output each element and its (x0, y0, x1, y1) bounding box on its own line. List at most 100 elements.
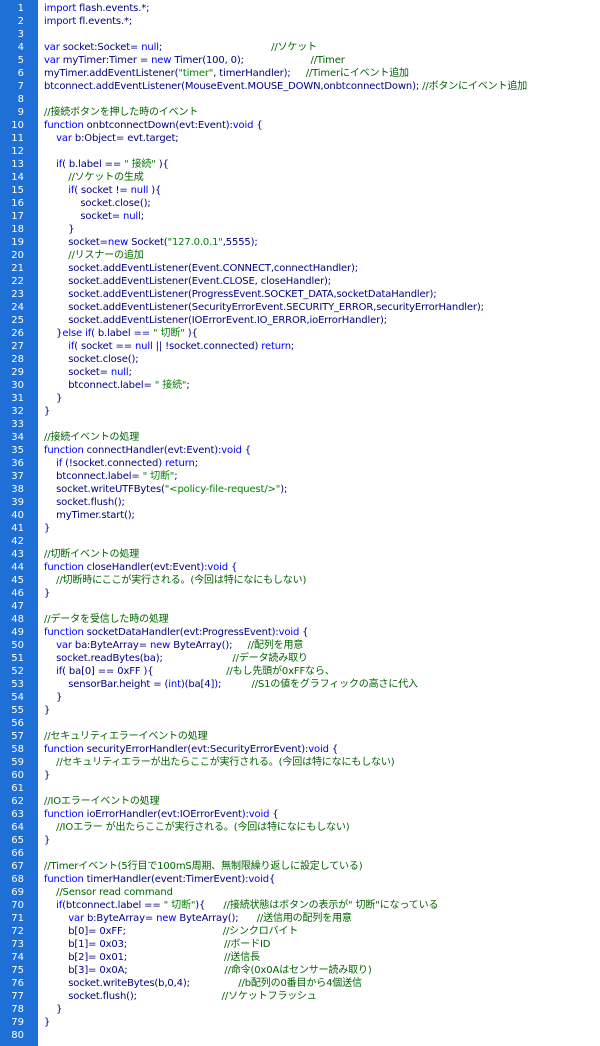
code-line[interactable]: 34 //接続イベントの処理 (0, 431, 600, 444)
code-line[interactable]: 36 if (!socket.connected) return; (0, 457, 600, 470)
code-line[interactable]: 68 function timerHandler(event:TimerEvent… (0, 873, 600, 886)
code-line[interactable]: 57 //セキュリティエラーイベントの処理 (0, 730, 600, 743)
code-text: } (44, 770, 51, 781)
code-text: socket=new Socket("127.0.0.1",5555); (44, 237, 258, 248)
code-line[interactable]: 47 (0, 600, 600, 613)
code-line[interactable]: 75 b[3]= 0x0A; //命令(0x0Aはセンサー読み取り) (0, 964, 600, 977)
code-text: function connectHandler(evt:Event):void … (44, 445, 252, 456)
code-editor[interactable]: 1 import flash.events.*; 2 import fl.events… (0, 0, 600, 1046)
line-number: 11 (11, 133, 24, 144)
code-line[interactable]: 54 } (0, 691, 600, 704)
code-text: function ioErrorHandler(evt:IOErrorEvent… (44, 809, 279, 820)
line-number: 65 (11, 835, 24, 846)
code-line[interactable]: 1 import flash.events.*; (0, 2, 600, 15)
code-line[interactable]: 53 sensorBar.height = (int)(ba[4]); //S1… (0, 678, 600, 691)
code-line[interactable]: 21 socket.addEventListener(Event.CONNECT… (0, 262, 600, 275)
code-line[interactable]: 26 }else if( b.label == " 切断" ){ (0, 327, 600, 340)
code-line[interactable]: 48 //データを受信した時の処理 (0, 613, 600, 626)
code-line[interactable]: 55} (0, 704, 600, 717)
code-line[interactable]: 40 myTimer.start(); (0, 509, 600, 522)
code-line[interactable]: 61 (0, 782, 600, 795)
code-line[interactable]: 24 socket.addEventListener(SecurityError… (0, 301, 600, 314)
line-number: 27 (11, 341, 24, 352)
code-line[interactable]: 72 b[0]= 0xFF; //シンクロバイト (0, 925, 600, 938)
code-line[interactable]: 23 socket.addEventListener(ProgressEvent… (0, 288, 600, 301)
code-text: //Sensor read command (44, 887, 173, 898)
code-line[interactable]: 38 socket.writeUTFBytes("<policy-file-re… (0, 483, 600, 496)
code-line[interactable]: 44 function closeHandler(evt:Event):void … (0, 561, 600, 574)
line-number: 75 (11, 965, 24, 976)
code-line[interactable]: 46} (0, 587, 600, 600)
code-line[interactable]: 39 socket.flush(); (0, 496, 600, 509)
code-line[interactable]: 43 //切断イベントの処理 (0, 548, 600, 561)
code-line[interactable]: 56 (0, 717, 600, 730)
code-line[interactable]: 28 socket.close(); (0, 353, 600, 366)
code-line[interactable]: 18 } (0, 223, 600, 236)
code-line[interactable]: 62 //IOエラーイベントの処理 (0, 795, 600, 808)
code-line[interactable]: 4 var socket:Socket= null; //ソケット (0, 41, 600, 54)
code-line[interactable]: 2 import fl.events.*; (0, 15, 600, 28)
code-line[interactable]: 60} (0, 769, 600, 782)
code-line[interactable]: 51 socket.readBytes(ba); //データ読み取り (0, 652, 600, 665)
code-text: //セキュリティエラーイベントの処理 (44, 731, 208, 742)
code-line[interactable]: 63 function ioErrorHandler(evt:IOErrorEve… (0, 808, 600, 821)
line-number: 62 (11, 796, 24, 807)
code-line[interactable]: 33 (0, 418, 600, 431)
code-text: var socket:Socket= null; //ソケット (44, 42, 317, 53)
code-line[interactable]: 52 if( ba[0] == 0xFF ){ //もし先頭が0xFFなら、 (0, 665, 600, 678)
code-line[interactable]: 45 //切断時にここが実行される。(今回は特になにもしない) (0, 574, 600, 587)
code-line[interactable]: 8 (0, 93, 600, 106)
code-line[interactable]: 69 //Sensor read command (0, 886, 600, 899)
code-line[interactable]: 74 b[2]= 0x01; //送信長 (0, 951, 600, 964)
code-line[interactable]: 80 (0, 1029, 600, 1042)
code-line[interactable]: 16 socket.close(); (0, 197, 600, 210)
code-line[interactable]: 3 (0, 28, 600, 41)
code-line[interactable]: 30 btconnect.label= " 接続"; (0, 379, 600, 392)
code-line[interactable]: 77 socket.flush(); //ソケットフラッシュ (0, 990, 600, 1003)
code-line[interactable]: 19 socket=new Socket("127.0.0.1",5555); (0, 236, 600, 249)
code-line[interactable]: 71 var b:ByteArray= new ByteArray(); //送… (0, 912, 600, 925)
code-line[interactable]: 42 (0, 535, 600, 548)
code-line[interactable]: 6 myTimer.addEventListener("timer", timer… (0, 67, 600, 80)
code-line[interactable]: 13 if( b.label == " 接続" ){ (0, 158, 600, 171)
line-number: 67 (11, 861, 24, 872)
line-number: 76 (11, 978, 24, 989)
code-line[interactable]: 17 socket= null; (0, 210, 600, 223)
code-line[interactable]: 37 btconnect.label= " 切断"; (0, 470, 600, 483)
code-line[interactable]: 79} (0, 1016, 600, 1029)
code-line[interactable]: 29 socket= null; (0, 366, 600, 379)
code-line[interactable]: 65} (0, 834, 600, 847)
code-line[interactable]: 41} (0, 522, 600, 535)
code-line[interactable]: 5 var myTimer:Timer = new Timer(100, 0); … (0, 54, 600, 67)
code-line[interactable]: 59 //セキュリティエラーが出たらここが実行される。(今回は特になにもしない) (0, 756, 600, 769)
code-line[interactable]: 15 if( socket != null ){ (0, 184, 600, 197)
line-number: 58 (11, 744, 24, 755)
code-line[interactable]: 7 btconnect.addEventListener(MouseEvent.M… (0, 80, 600, 93)
code-line[interactable]: 64 //IOエラー が出たらここが実行される。(今回は特になにもしない) (0, 821, 600, 834)
code-line[interactable]: 66 (0, 847, 600, 860)
code-line[interactable]: 12 (0, 145, 600, 158)
code-line[interactable]: 22 socket.addEventListener(Event.CLOSE, … (0, 275, 600, 288)
code-line[interactable]: 73 b[1]= 0x03; //ボードID (0, 938, 600, 951)
code-line[interactable]: 35 function connectHandler(evt:Event):voi… (0, 444, 600, 457)
code-line[interactable]: 25 socket.addEventListener(IOErrorEvent.… (0, 314, 600, 327)
code-line[interactable]: 67 //Timerイベント(5行目で100mS周期、無制限繰り返しに設定している… (0, 860, 600, 873)
code-line[interactable]: 27 if( socket == null || !socket.connect… (0, 340, 600, 353)
code-text: var myTimer:Timer = new Timer(100, 0); /… (44, 55, 345, 66)
code-line[interactable]: 70 if(btconnect.label == " 切断"){ //接続状態は… (0, 899, 600, 912)
code-line[interactable]: 49 function socketDataHandler(evt:Progres… (0, 626, 600, 639)
code-text: //データを受信した時の処理 (44, 614, 169, 625)
code-line[interactable]: 10 function onbtconnectDown(evt:Event):vo… (0, 119, 600, 132)
code-line[interactable]: 32} (0, 405, 600, 418)
code-line[interactable]: 58 function securityErrorHandler(evt:Secu… (0, 743, 600, 756)
code-line[interactable]: 78 } (0, 1003, 600, 1016)
code-line[interactable]: 50 var ba:ByteArray= new ByteArray(); //… (0, 639, 600, 652)
code-line[interactable]: 14 //ソケットの生成 (0, 171, 600, 184)
code-line[interactable]: 9 //接続ボタンを押した時のイベント (0, 106, 600, 119)
code-line[interactable]: 76 socket.writeBytes(b,0,4); //b配列の0番目から… (0, 977, 600, 990)
line-number: 8 (17, 94, 24, 105)
code-line[interactable]: 31 } (0, 392, 600, 405)
code-line[interactable]: 11 var b:Object= evt.target; (0, 132, 600, 145)
code-line[interactable]: 20 //リスナーの追加 (0, 249, 600, 262)
code-text: import fl.events.*; (44, 16, 133, 27)
